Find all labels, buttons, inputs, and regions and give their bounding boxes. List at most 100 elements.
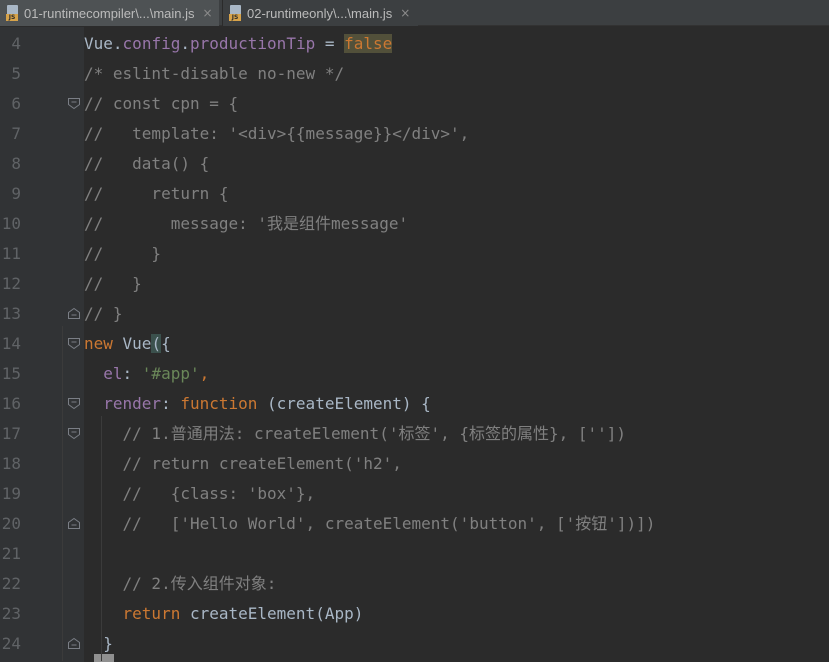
code-token: // template: '<div>{{message}}</div>',: [84, 124, 470, 143]
code-line[interactable]: 17 // 1.普通用法: createElement('标签', {标签的属性…: [0, 419, 829, 449]
code-token: // data() {: [84, 154, 210, 173]
code-text: // }: [84, 269, 142, 299]
code-line[interactable]: 23 return createElement(App): [0, 599, 829, 629]
code-line[interactable]: 6 // const cpn = {: [0, 89, 829, 119]
tab-title: 01-runtimecompiler\...\main.js: [24, 5, 195, 21]
code-line[interactable]: 22 // 2.传入组件对象:: [0, 569, 829, 599]
code-token: // return createElement('h2',: [84, 454, 402, 473]
code-token: return: [122, 604, 181, 623]
text-cursor: [94, 654, 114, 662]
code-token: Vue: [112, 334, 152, 353]
code-line[interactable]: 11 // }: [0, 239, 829, 269]
code-token: ,: [199, 364, 210, 383]
line-number: 14: [1, 334, 21, 353]
code-token: productionTip: [189, 34, 316, 53]
fold-collapse-icon[interactable]: [67, 397, 81, 410]
code-text: // template: '<div>{{message}}</div>',: [84, 119, 469, 149]
code-text: // return createElement('h2',: [84, 449, 402, 479]
fold-collapse-icon[interactable]: [67, 427, 81, 440]
line-number: 16: [1, 394, 21, 413]
code-text: // }: [84, 299, 123, 329]
code-line[interactable]: 18 // return createElement('h2',: [0, 449, 829, 479]
editor-tab-bar: JS 01-runtimecompiler\...\main.js × JS 0…: [0, 0, 829, 26]
code-token: // 2.传入组件对象:: [84, 574, 277, 593]
code-line[interactable]: 8 // data() {: [0, 149, 829, 179]
code-line[interactable]: 16 render: function (createElement) {: [0, 389, 829, 419]
code-token: // const cpn = {: [84, 94, 239, 113]
code-line[interactable]: 12 // }: [0, 269, 829, 299]
line-number: 17: [1, 424, 21, 443]
line-number: 19: [1, 484, 21, 503]
code-text: // data() {: [84, 149, 209, 179]
code-text: render: function (createElement) {: [84, 389, 431, 419]
line-number: 12: [1, 274, 21, 293]
js-file-icon: JS: [229, 5, 243, 21]
code-token: // return {: [84, 184, 229, 203]
code-line[interactable]: 14 new Vue({: [0, 329, 829, 359]
code-token: :: [161, 394, 181, 413]
code-token: // ['Hello World', createElement('button…: [84, 514, 656, 533]
fold-collapse-icon[interactable]: [67, 337, 81, 350]
line-number: 5: [11, 64, 21, 83]
code-text: /* eslint-disable no-new */: [84, 59, 344, 89]
js-file-icon: JS: [6, 5, 20, 21]
tab-02-runtimeonly-main-js[interactable]: JS 02-runtimeonly\...\main.js ×: [222, 0, 418, 26]
code-text: // }: [84, 239, 161, 269]
code-token: // 1.普通用法: createElement('标签', {标签的属性}, …: [84, 424, 627, 443]
code-text: new Vue({: [84, 329, 171, 359]
code-token: .: [180, 34, 190, 53]
close-tab-icon[interactable]: ×: [400, 6, 410, 20]
line-number: 9: [11, 184, 21, 203]
fold-end-icon[interactable]: [67, 517, 81, 530]
code-line[interactable]: 4 Vue.config.productionTip = false: [0, 29, 829, 59]
code-text: // ['Hello World', createElement('button…: [84, 509, 656, 539]
code-text: // 1.普通用法: createElement('标签', {标签的属性}, …: [84, 419, 627, 449]
code-text: // {class: 'box'},: [84, 479, 316, 509]
code-line[interactable]: 13 // }: [0, 299, 829, 329]
code-text: return createElement(App): [84, 599, 364, 629]
code-token: render: [103, 394, 162, 413]
line-number: 24: [1, 634, 21, 653]
code-token: // {class: 'box'},: [84, 484, 316, 503]
fold-end-icon[interactable]: [67, 307, 81, 320]
line-number: 4: [11, 34, 21, 53]
code-line[interactable]: 21: [0, 539, 829, 569]
code-token: createElement(App): [180, 604, 364, 623]
code-text: Vue.config.productionTip = false: [84, 29, 393, 59]
code-line[interactable]: 10 // message: '我是组件message': [0, 209, 829, 239]
code-token: function: [180, 394, 258, 413]
code-token: config: [122, 34, 181, 53]
line-number: 23: [1, 604, 21, 623]
line-number: 7: [11, 124, 21, 143]
tab-01-runtimecompiler-main-js[interactable]: JS 01-runtimecompiler\...\main.js ×: [0, 0, 219, 26]
code-text: // return {: [84, 179, 229, 209]
code-line[interactable]: 19 // {class: 'box'},: [0, 479, 829, 509]
code-token: el: [103, 364, 123, 383]
line-number: 6: [11, 94, 21, 113]
indent-guide: [101, 416, 102, 661]
code-line[interactable]: 7 // template: '<div>{{message}}</div>',: [0, 119, 829, 149]
code-token: :: [122, 364, 142, 383]
code-line[interactable]: 5 /* eslint-disable no-new */: [0, 59, 829, 89]
fold-collapse-icon[interactable]: [67, 97, 81, 110]
line-number: 8: [11, 154, 21, 173]
code-line[interactable]: 9 // return {: [0, 179, 829, 209]
line-number: 11: [1, 244, 21, 263]
fold-end-icon[interactable]: [67, 637, 81, 650]
line-number: 20: [1, 514, 21, 533]
code-line[interactable]: 24 }: [0, 629, 829, 659]
code-token: /* eslint-disable no-new */: [84, 64, 345, 83]
line-number: 18: [1, 454, 21, 473]
code-token: false: [344, 34, 393, 53]
line-number: 21: [1, 544, 21, 563]
close-tab-icon[interactable]: ×: [203, 6, 213, 20]
code-token: (createElement) {: [257, 394, 431, 413]
code-text: // 2.传入组件对象:: [84, 569, 277, 599]
code-line[interactable]: 20 // ['Hello World', createElement('but…: [0, 509, 829, 539]
code-token: {: [161, 334, 171, 353]
tab-title: 02-runtimeonly\...\main.js: [247, 5, 393, 21]
code-line[interactable]: 15 el: '#app',: [0, 359, 829, 389]
indent-guide: [62, 326, 63, 661]
